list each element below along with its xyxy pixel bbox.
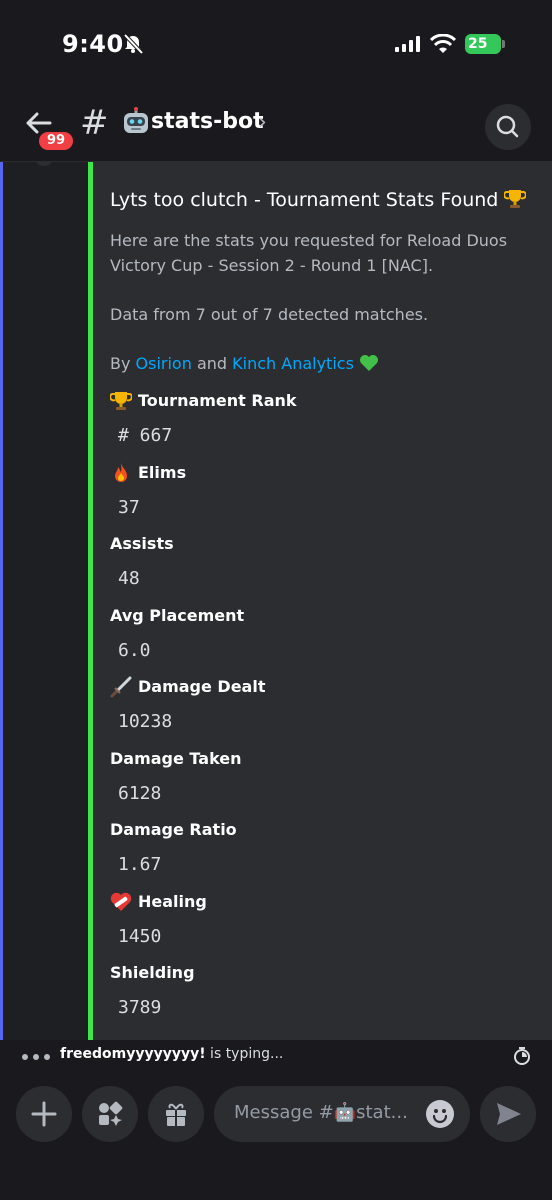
battery-level: 25	[465, 34, 501, 54]
emoji-button[interactable]	[426, 1100, 454, 1128]
unread-badge: 99	[36, 129, 76, 153]
smile-icon	[432, 1109, 448, 1124]
typing-suffix: is typing...	[205, 1046, 284, 1062]
battery-cap	[502, 40, 505, 48]
field-label: Healing	[138, 891, 207, 911]
embed-credits: By Osirion and Kinch Analytics	[110, 351, 530, 376]
typing-text: freedomyyyyyyyy! is typing...	[60, 1046, 283, 1062]
field-value-avg-placement: 6.0	[118, 639, 151, 661]
mending-heart-icon	[110, 892, 132, 911]
search-button[interactable]	[485, 104, 531, 150]
field-value-elims: 37	[118, 496, 140, 518]
slowmode-timer-icon[interactable]	[512, 1046, 532, 1066]
add-attachment-button[interactable]	[16, 1086, 72, 1142]
battery-indicator: 25	[465, 34, 505, 54]
embed-fields: Tournament Rank # 667 Elims 37 Assists 4…	[110, 388, 530, 1032]
message-composer: Message #🤖stat...	[0, 1072, 552, 1200]
embed-description: Here are the stats you requested for Rel…	[110, 228, 530, 376]
field-name-damage-ratio: Damage Ratio	[110, 817, 530, 843]
search-icon	[496, 115, 519, 138]
field-value-assists: 48	[118, 568, 140, 589]
credits-prefix: By	[110, 354, 136, 373]
field-label: Shielding	[110, 963, 195, 982]
gift-icon	[166, 1103, 186, 1126]
field-value-tournament-rank: # 667	[118, 425, 173, 446]
field-name-healing: Healing	[110, 889, 530, 915]
green-heart-icon	[360, 355, 378, 371]
embed-accent-bar	[88, 162, 93, 1040]
message-input[interactable]: Message #🤖stat...	[214, 1086, 470, 1142]
field-value-damage-taken: 6128	[118, 782, 162, 804]
field-name-shielding: Shielding	[110, 960, 530, 986]
field-name-tournament-rank: Tournament Rank	[110, 388, 530, 414]
field-name-damage-taken: Damage Taken	[110, 746, 530, 772]
channel-name[interactable]: stats-bot	[151, 108, 264, 136]
field-label: Elims	[138, 462, 187, 482]
embed-description-text: Here are the stats you requested for Rel…	[110, 231, 508, 275]
send-icon	[497, 1103, 521, 1125]
silent-bell-icon	[123, 33, 144, 55]
chevron-right-icon[interactable]: ›	[258, 110, 267, 136]
field-value-damage-ratio: 1.67	[118, 854, 162, 875]
typing-dots-icon	[22, 1054, 50, 1060]
field-value-damage-dealt: 10238	[118, 711, 173, 732]
field-value-shielding: 3789	[118, 997, 162, 1018]
field-label: Tournament Rank	[138, 391, 297, 410]
robot-emoji-icon	[124, 107, 148, 133]
status-time: 9:40	[62, 30, 124, 58]
hash-icon: #	[80, 103, 109, 143]
message-list[interactable]: Lyts too clutch - Tournament Stats Found…	[0, 162, 552, 1040]
credits-and: and	[191, 354, 233, 373]
osirion-link[interactable]: Osirion	[136, 354, 192, 373]
embed-content: Lyts too clutch - Tournament Stats Found…	[110, 186, 530, 1032]
unread-indicator-line	[0, 162, 3, 1040]
field-label: Damage Taken	[110, 748, 242, 768]
embed-title: Lyts too clutch - Tournament Stats Found	[110, 186, 530, 214]
cellular-signal-icon	[395, 36, 420, 52]
dagger-icon	[110, 676, 132, 698]
trophy-icon	[110, 392, 132, 410]
wifi-icon	[430, 34, 456, 53]
gift-button[interactable]	[148, 1086, 204, 1142]
typing-user: freedomyyyyyyyy!	[60, 1046, 206, 1062]
field-label: Avg Placement	[110, 605, 245, 625]
field-label: Assists	[110, 534, 174, 553]
field-name-assists: Assists	[110, 531, 530, 557]
field-name-avg-placement: Avg Placement	[110, 603, 530, 629]
field-value-healing: 1450	[118, 925, 162, 947]
field-name-damage-dealt: Damage Dealt	[110, 674, 530, 700]
channel-header: 99 # stats-bot ›	[0, 90, 552, 162]
embed-data-line: Data from 7 out of 7 detected matches.	[110, 305, 429, 324]
send-button[interactable]	[480, 1086, 536, 1142]
message-placeholder: Message #🤖stat...	[234, 1102, 408, 1123]
field-name-elims: Elims	[110, 460, 530, 486]
fire-icon	[115, 462, 127, 482]
apps-icon	[99, 1101, 123, 1126]
field-label: Damage Ratio	[110, 820, 237, 839]
plus-icon	[31, 1101, 57, 1127]
status-bar: 9:40 25	[0, 0, 552, 90]
kinch-analytics-link[interactable]: Kinch Analytics	[232, 354, 354, 373]
trophy-icon	[504, 190, 527, 208]
typing-indicator: freedomyyyyyyyy! is typing...	[0, 1040, 552, 1072]
embed-title-text: Lyts too clutch - Tournament Stats Found	[110, 189, 499, 211]
field-label: Damage Dealt	[138, 677, 266, 696]
apps-button[interactable]	[82, 1086, 138, 1142]
avatar-edge	[34, 162, 54, 166]
